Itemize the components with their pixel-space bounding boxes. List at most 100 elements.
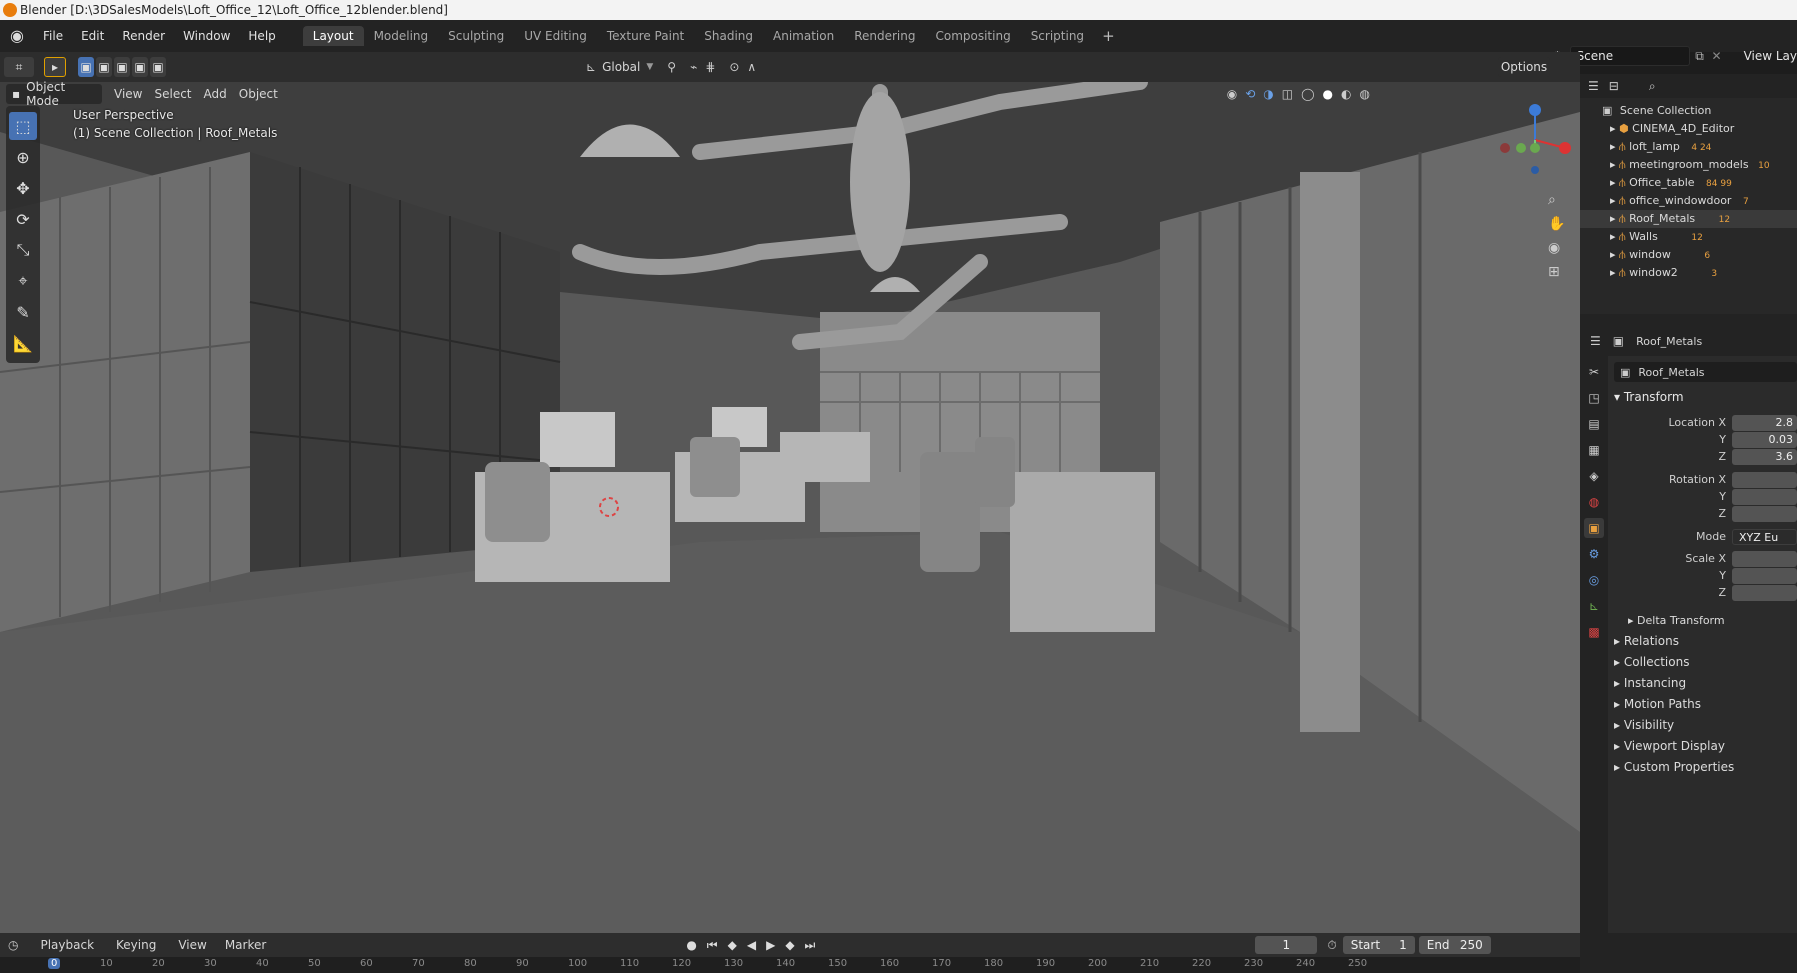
timeline-editor-icon[interactable]: ◷	[8, 938, 18, 952]
next-keyframe-icon[interactable]: ◆	[785, 938, 794, 953]
delete-scene-icon[interactable]: ✕	[1710, 49, 1724, 63]
viewport-menu-view[interactable]: View	[114, 87, 142, 101]
scale-z-field[interactable]	[1732, 585, 1797, 601]
camera-view-icon[interactable]: ◉	[1548, 240, 1570, 256]
add-workspace-button[interactable]: +	[1094, 27, 1123, 45]
menu-render[interactable]: Render	[113, 29, 174, 43]
location-y-field[interactable]: 0.03	[1732, 432, 1797, 448]
tab-modeling[interactable]: Modeling	[364, 26, 439, 46]
snap-target-icon[interactable]: ⋕	[705, 60, 715, 74]
texture-tab-icon[interactable]: ▩	[1584, 622, 1604, 642]
select-mode-buttons[interactable]: ▣ ▣ ▣ ▣ ▣	[78, 57, 166, 77]
viewport-menu-object[interactable]: Object	[239, 87, 278, 101]
scale-icon[interactable]: ⤡	[9, 236, 37, 264]
select-extend-icon[interactable]: ▣	[96, 57, 112, 77]
menu-help[interactable]: Help	[239, 29, 284, 43]
pan-hand-icon[interactable]: ✋	[1548, 216, 1570, 232]
motion-paths-section[interactable]: ▸ Motion Paths	[1614, 697, 1701, 711]
outliner-item[interactable]: ▸ ⫛ Roof_Metals 12	[1580, 210, 1797, 228]
select-box-icon[interactable]: ⬚	[9, 112, 37, 140]
tool-tab-icon[interactable]: ✂	[1584, 362, 1604, 382]
outliner-item[interactable]: ▸ ⫛ window2 3	[1580, 264, 1797, 282]
visibility-section[interactable]: ▸ Visibility	[1614, 718, 1674, 732]
outliner-item[interactable]: ▸ ⫛ meetingroom_models 10	[1580, 156, 1797, 174]
3d-viewport[interactable]	[0, 72, 1580, 933]
rotation-x-field[interactable]	[1732, 472, 1797, 488]
select-new-icon[interactable]: ▣	[78, 57, 94, 77]
timeline-menu-marker[interactable]: Marker	[225, 938, 266, 952]
record-icon[interactable]: ●	[686, 938, 696, 953]
collections-section[interactable]: ▸ Collections	[1614, 655, 1689, 669]
new-scene-icon[interactable]: ⧉	[1690, 49, 1710, 64]
proportional-edit-icon[interactable]: ⊙	[729, 60, 739, 74]
viewport-menu-add[interactable]: Add	[204, 87, 227, 101]
timeline-menu-playback[interactable]: Playback	[40, 938, 94, 952]
scene-field[interactable]: Scene	[1569, 46, 1690, 66]
tab-layout[interactable]: Layout	[302, 26, 364, 46]
display-mode-icon[interactable]: ☰	[1588, 79, 1599, 93]
tab-rendering[interactable]: Rendering	[844, 26, 925, 46]
snap-icon[interactable]: ⌁	[690, 60, 697, 74]
jump-end-icon[interactable]: ⏭	[805, 938, 816, 953]
blender-menu-icon[interactable]: ◉	[6, 25, 28, 47]
transform-panel-header[interactable]: ▾ Transform	[1614, 386, 1684, 408]
tab-scripting[interactable]: Scripting	[1021, 26, 1094, 46]
tab-compositing[interactable]: Compositing	[925, 26, 1020, 46]
preview-range-icon[interactable]: ⏱	[1327, 938, 1336, 953]
location-x-field[interactable]: 2.8	[1732, 415, 1797, 431]
tab-animation[interactable]: Animation	[763, 26, 844, 46]
wireframe-shading-icon[interactable]: ◯	[1301, 87, 1314, 101]
overlay-icon[interactable]: ◑	[1263, 87, 1273, 101]
menu-window[interactable]: Window	[174, 29, 239, 43]
menu-file[interactable]: File	[34, 29, 72, 43]
delta-transform-section[interactable]: ▸ Delta Transform	[1628, 614, 1725, 627]
jump-start-icon[interactable]: ⏮	[707, 938, 718, 953]
measure-icon[interactable]: 📐	[9, 329, 37, 357]
outliner-root[interactable]: ▣ Scene Collection	[1580, 102, 1797, 120]
scale-y-field[interactable]	[1732, 568, 1797, 584]
timeline-menu-keying[interactable]: Keying	[116, 938, 156, 952]
falloff-icon[interactable]: ∧	[747, 60, 756, 74]
prev-keyframe-icon[interactable]: ◆	[728, 938, 737, 953]
start-frame-field[interactable]: Start 1	[1342, 936, 1415, 954]
select-intersect-icon[interactable]: ▣	[150, 57, 166, 77]
view-layer-field[interactable]: View Lay	[1744, 49, 1797, 63]
viewport-menu-select[interactable]: Select	[154, 87, 191, 101]
gizmo-icon[interactable]: ⟲	[1245, 87, 1255, 101]
object-tab-icon[interactable]: ▣	[1584, 518, 1604, 538]
select-invert-icon[interactable]: ▣	[132, 57, 148, 77]
play-icon[interactable]: ▶	[766, 938, 775, 953]
rendered-shading-icon[interactable]: ◍	[1360, 87, 1370, 101]
tab-sculpting[interactable]: Sculpting	[438, 26, 514, 46]
timeline-menu-view[interactable]: View	[178, 938, 206, 952]
cursor-icon[interactable]: ⊕	[9, 143, 37, 171]
custom-properties-section[interactable]: ▸ Custom Properties	[1614, 760, 1734, 774]
select-subtract-icon[interactable]: ▣	[114, 57, 130, 77]
annotate-icon[interactable]: ✎	[9, 298, 37, 326]
xray-icon[interactable]: ◫	[1282, 87, 1293, 101]
navigation-gizmo[interactable]	[1495, 100, 1575, 180]
view-layer-tab-icon[interactable]: ▦	[1584, 440, 1604, 460]
relations-section[interactable]: ▸ Relations	[1614, 634, 1679, 648]
end-frame-field[interactable]: End 250	[1418, 936, 1491, 954]
physics-tab-icon[interactable]: ◎	[1584, 570, 1604, 590]
pivot-point-icon[interactable]: ⚲	[667, 60, 676, 74]
search-icon[interactable]: ⌕	[1649, 79, 1656, 94]
play-reverse-icon[interactable]: ◀	[747, 938, 756, 953]
output-tab-icon[interactable]: ▤	[1584, 414, 1604, 434]
timeline-ruler[interactable]: 0 10 20 30 40 50 60 70 80 90 100 110 120 130 140 150 160…	[0, 957, 1580, 973]
filter-icon[interactable]: ⊟	[1609, 79, 1619, 93]
rotation-mode-dropdown[interactable]: XYZ Eu	[1732, 529, 1797, 545]
tab-uv-editing[interactable]: UV Editing	[514, 26, 597, 46]
instancing-section[interactable]: ▸ Instancing	[1614, 676, 1686, 690]
scene-tab-icon[interactable]: ◈	[1584, 466, 1604, 486]
editor-type-button[interactable]: ⌗	[4, 57, 34, 77]
rotate-icon[interactable]: ⟳	[9, 205, 37, 233]
modifier-tab-icon[interactable]: ⚙	[1584, 544, 1604, 564]
constraints-tab-icon[interactable]: ⊾	[1584, 596, 1604, 616]
outliner-item[interactable]: ▸ ⫛ office_windowdoor 7	[1580, 192, 1797, 210]
properties-editor-icon[interactable]: ☰	[1590, 334, 1601, 348]
move-icon[interactable]: ✥	[9, 174, 37, 202]
ortho-grid-icon[interactable]: ⊞	[1548, 264, 1570, 280]
current-frame-field[interactable]: 1	[1255, 936, 1318, 954]
